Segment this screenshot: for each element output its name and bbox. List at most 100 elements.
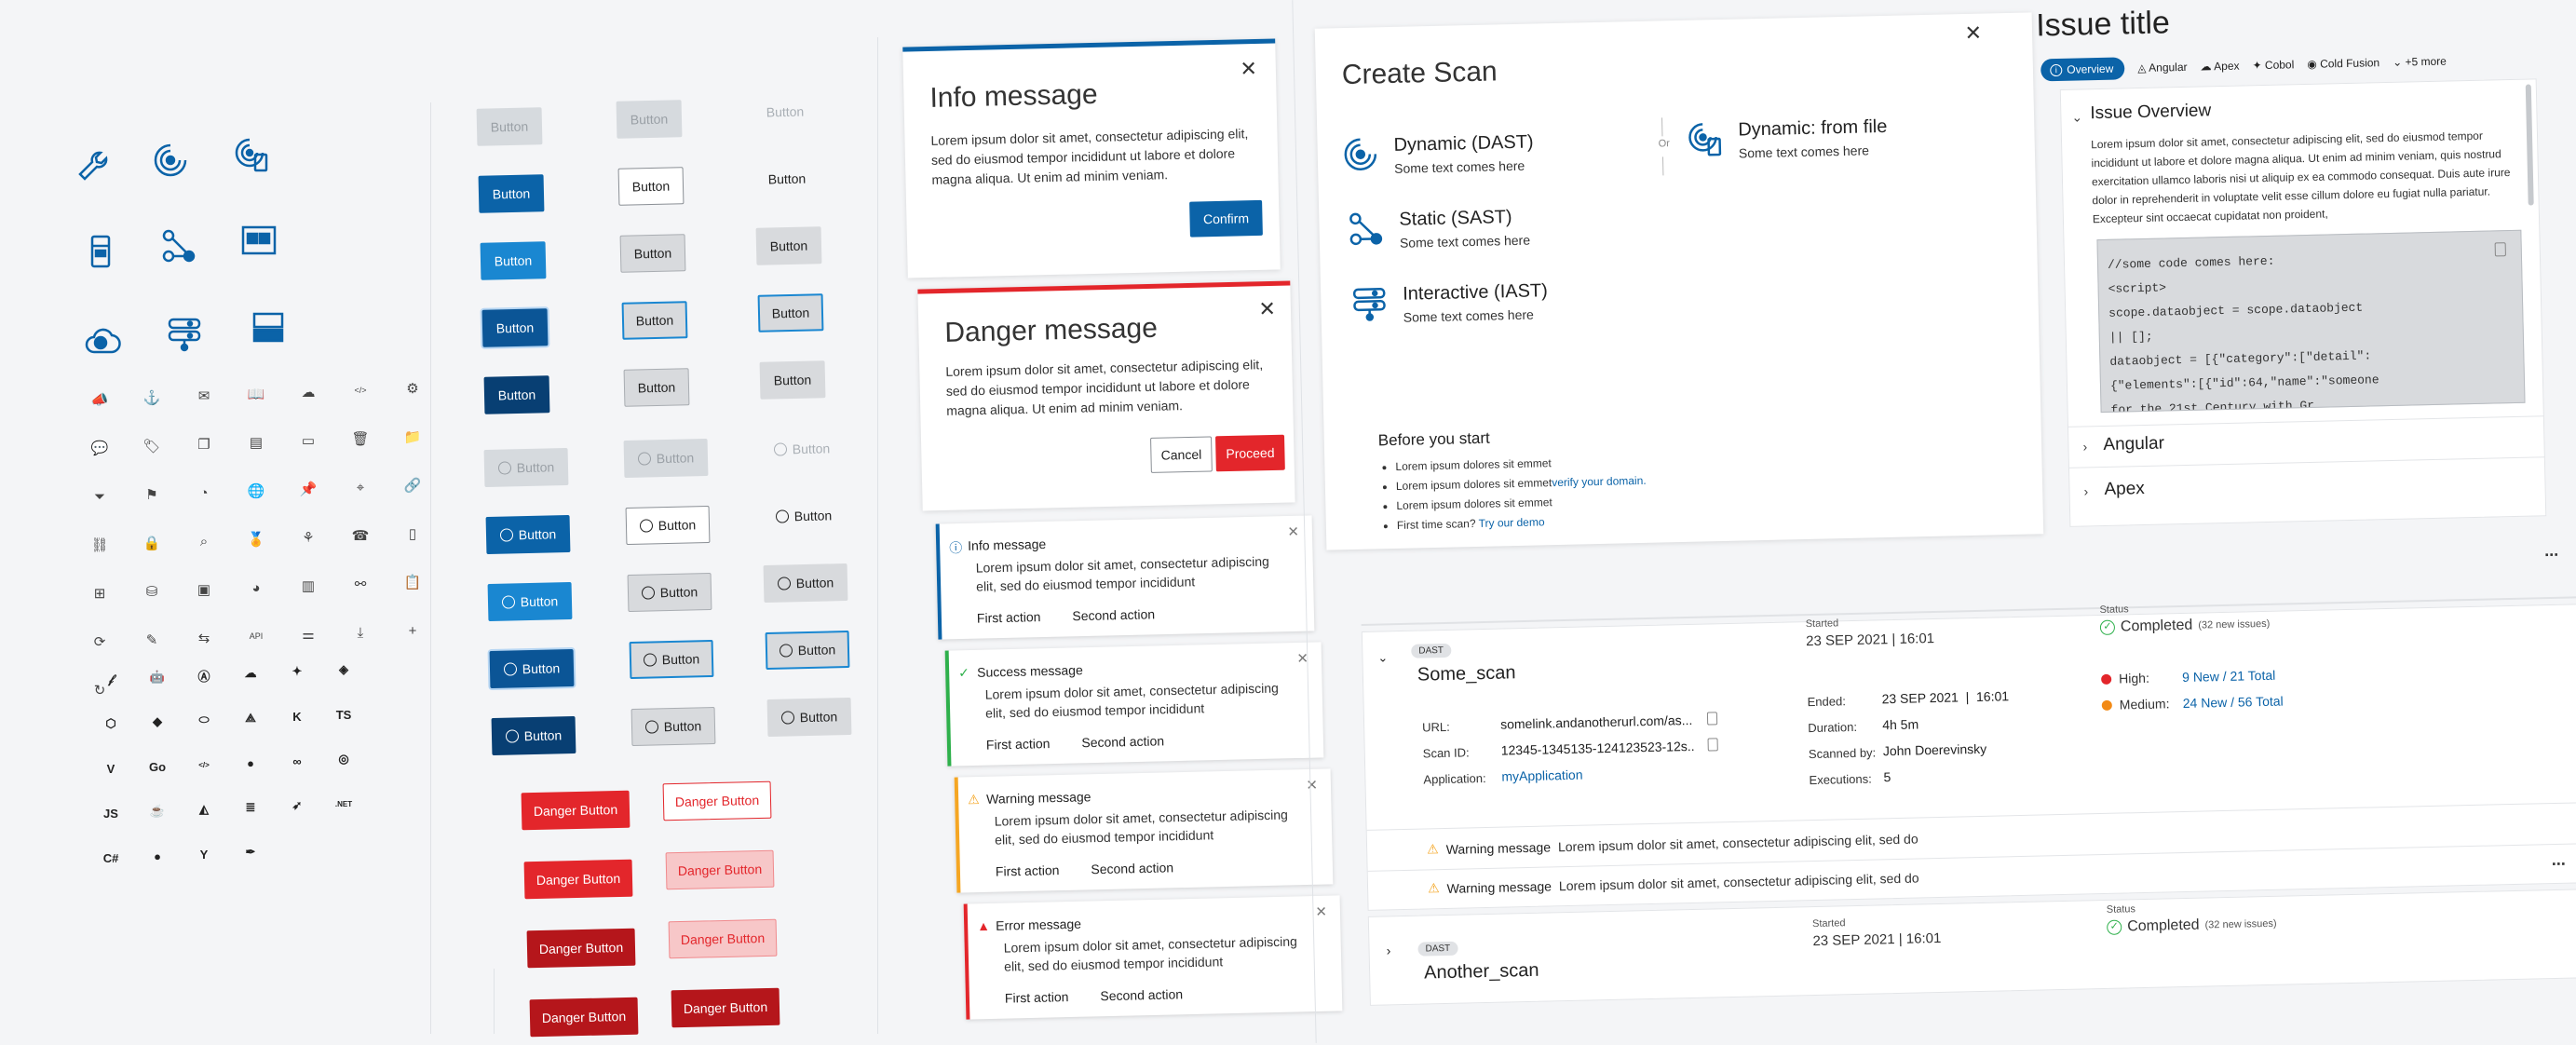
close-icon[interactable]: ✕	[1287, 524, 1299, 540]
button-pressed[interactable]: Button	[481, 308, 549, 347]
medium-count-link[interactable]: 24 New / 56 Total	[2183, 694, 2284, 711]
toast-title: Success message	[976, 662, 1083, 680]
button-disabled[interactable]: Button	[476, 107, 543, 146]
application-link[interactable]: myApplication	[1501, 767, 1582, 784]
second-action-button[interactable]: Second action	[1072, 606, 1155, 623]
globe-icon	[503, 662, 517, 676]
button-secg[interactable]: Button	[623, 368, 690, 407]
icon-button-ghostd[interactable]: Button	[760, 429, 845, 468]
icon-button-secp[interactable]: Button	[629, 639, 714, 680]
confirm-button[interactable]: Confirm	[1189, 199, 1263, 238]
button-disabled[interactable]: Button	[616, 100, 683, 139]
icon-button-disabled[interactable]: Button	[483, 447, 569, 488]
close-icon[interactable]: ✕	[1306, 778, 1318, 794]
button-ghostd[interactable]: Button	[752, 92, 819, 131]
button-ghost[interactable]: Button	[754, 159, 820, 198]
danger-button-dangero[interactable]: Danger Button	[662, 780, 772, 821]
button-ghostg[interactable]: Button	[755, 226, 822, 265]
ended-value: 23 SEP 2021 | 16:01	[1881, 688, 2010, 707]
section-apex[interactable]: Apex	[2104, 479, 2145, 500]
close-icon[interactable]: ✕	[1240, 57, 1257, 80]
icon-button-secg[interactable]: Button	[630, 706, 716, 747]
scan-option-dast-file[interactable]: Dynamic: from file Some text comes here	[1686, 111, 1985, 170]
button-dark[interactable]: Button	[483, 375, 550, 414]
toast-body: Lorem ipsum dolor sit amet, consectetur …	[994, 807, 1288, 848]
tab-overview[interactable]: i Overview	[2040, 57, 2125, 82]
icon-button-ghostg[interactable]: Button	[763, 563, 848, 604]
more-options-icon[interactable]: ...	[2544, 541, 2558, 561]
danger-button-dangerl[interactable]: Danger Button	[668, 918, 778, 959]
proceed-button[interactable]: Proceed	[1215, 434, 1285, 472]
first-action-button[interactable]: First action	[986, 736, 1051, 753]
tab-cold-fusion[interactable]: ◉ Cold Fusion	[2307, 56, 2379, 71]
copy-icon[interactable]	[2494, 242, 2506, 257]
scanned-by-label: Scanned by:	[1808, 745, 1877, 762]
icon-button-pressed[interactable]: Button	[489, 648, 575, 689]
button-ghostg[interactable]: Button	[759, 360, 826, 400]
danger-button-danger[interactable]: Danger Button	[523, 859, 633, 900]
icon-button-secp[interactable]: Button	[765, 630, 850, 671]
copy-icon[interactable]	[1706, 712, 1718, 726]
second-action-button[interactable]: Second action	[1081, 733, 1164, 750]
tab-more[interactable]: ⌄ +5 more	[2393, 55, 2447, 69]
cobol-icon: ✦	[2252, 58, 2266, 73]
tab-cobol[interactable]: ✦ Cobol	[2252, 58, 2294, 72]
icon-button-dark[interactable]: Button	[491, 715, 576, 756]
try-demo-link[interactable]: Try our demo	[1478, 515, 1544, 530]
close-icon[interactable]: ✕	[1964, 21, 1982, 45]
scan-option-title: Static (SAST)	[1399, 207, 1512, 230]
tab-apex[interactable]: ☁ Apex	[2200, 60, 2239, 74]
icon-button-primary[interactable]: Button	[485, 514, 571, 555]
cancel-button[interactable]: Cancel	[1150, 436, 1213, 473]
button-secg[interactable]: Button	[619, 234, 686, 273]
create-scan-title: Create Scan	[1341, 56, 1498, 91]
button-secp[interactable]: Button	[757, 293, 824, 332]
button-sec[interactable]: Button	[617, 167, 685, 206]
or-divider: Or	[1658, 138, 1671, 150]
danger-button-dangerd[interactable]: Danger Button	[671, 987, 780, 1028]
danger-button-dangerd[interactable]: Danger Button	[529, 997, 639, 1038]
danger-modal: Danger message ✕ Lorem ipsum dolor sit a…	[917, 280, 1295, 511]
danger-button-danger[interactable]: Danger Button	[521, 790, 630, 831]
danger-button-dangerd[interactable]: Danger Button	[526, 928, 636, 969]
chevron-right-icon[interactable]: ›	[2083, 483, 2088, 498]
icon-button-ghost[interactable]: Button	[762, 496, 847, 536]
scan-name[interactable]: Another_scan	[1424, 960, 1539, 984]
close-icon[interactable]: ✕	[1315, 904, 1327, 920]
copy-icon[interactable]	[1707, 738, 1718, 752]
button-primary[interactable]: Button	[478, 174, 545, 213]
icon-button-light[interactable]: Button	[487, 581, 573, 622]
first-action-button[interactable]: First action	[1005, 989, 1069, 1006]
second-action-button[interactable]: Second action	[1091, 860, 1173, 876]
close-icon[interactable]: ✕	[1258, 297, 1276, 320]
server-stack-icon	[1350, 284, 1389, 322]
issue-title: Issue title	[2035, 5, 2171, 44]
chevron-right-icon[interactable]: ›	[1386, 943, 1390, 957]
info-modal: Info message ✕ Lorem ipsum dolor sit ame…	[902, 38, 1281, 278]
second-action-button[interactable]: Second action	[1100, 986, 1183, 1003]
icon-button-sec[interactable]: Button	[625, 505, 711, 546]
chevron-down-icon[interactable]: ⌄	[2071, 109, 2082, 125]
danger-button-dangerl[interactable]: Danger Button	[665, 849, 775, 890]
chevron-down-icon[interactable]: ⌄	[1377, 650, 1388, 665]
verify-domain-link[interactable]: verify your domain.	[1552, 474, 1647, 489]
more-options-icon[interactable]: ...	[2551, 850, 2565, 870]
first-action-button[interactable]: First action	[977, 609, 1041, 626]
scan-card: ⌄ DAST Some_scan Started 23 SEP 2021 | 1…	[1361, 604, 2576, 911]
scan-option-dast[interactable]: Dynamic (DAST) Some text comes here	[1341, 126, 1640, 184]
first-action-button[interactable]: First action	[996, 862, 1060, 879]
scan-option-iast[interactable]: Interactive (IAST) Some text comes here	[1350, 275, 1649, 333]
tab-angular[interactable]: ◬ Angular	[2137, 61, 2188, 75]
toast-title: Error message	[995, 916, 1082, 933]
scan-option-sast[interactable]: Static (SAST) Some text comes here	[1347, 200, 1646, 259]
icon-button-disabled[interactable]: Button	[623, 438, 709, 479]
high-count-link[interactable]: 9 New / 21 Total	[2182, 668, 2275, 685]
button-light[interactable]: Button	[480, 241, 547, 280]
toast-info: ⓘ Info message ✕ Lorem ipsum dolor sit amet…	[935, 515, 1315, 640]
icon-button-ghostg[interactable]: Button	[766, 697, 852, 738]
button-secp[interactable]: Button	[621, 301, 688, 340]
scan-name[interactable]: Some_scan	[1417, 662, 1516, 685]
section-angular[interactable]: Angular	[2103, 434, 2164, 455]
icon-button-secg[interactable]: Button	[627, 572, 712, 613]
chevron-right-icon[interactable]: ›	[2082, 439, 2087, 454]
